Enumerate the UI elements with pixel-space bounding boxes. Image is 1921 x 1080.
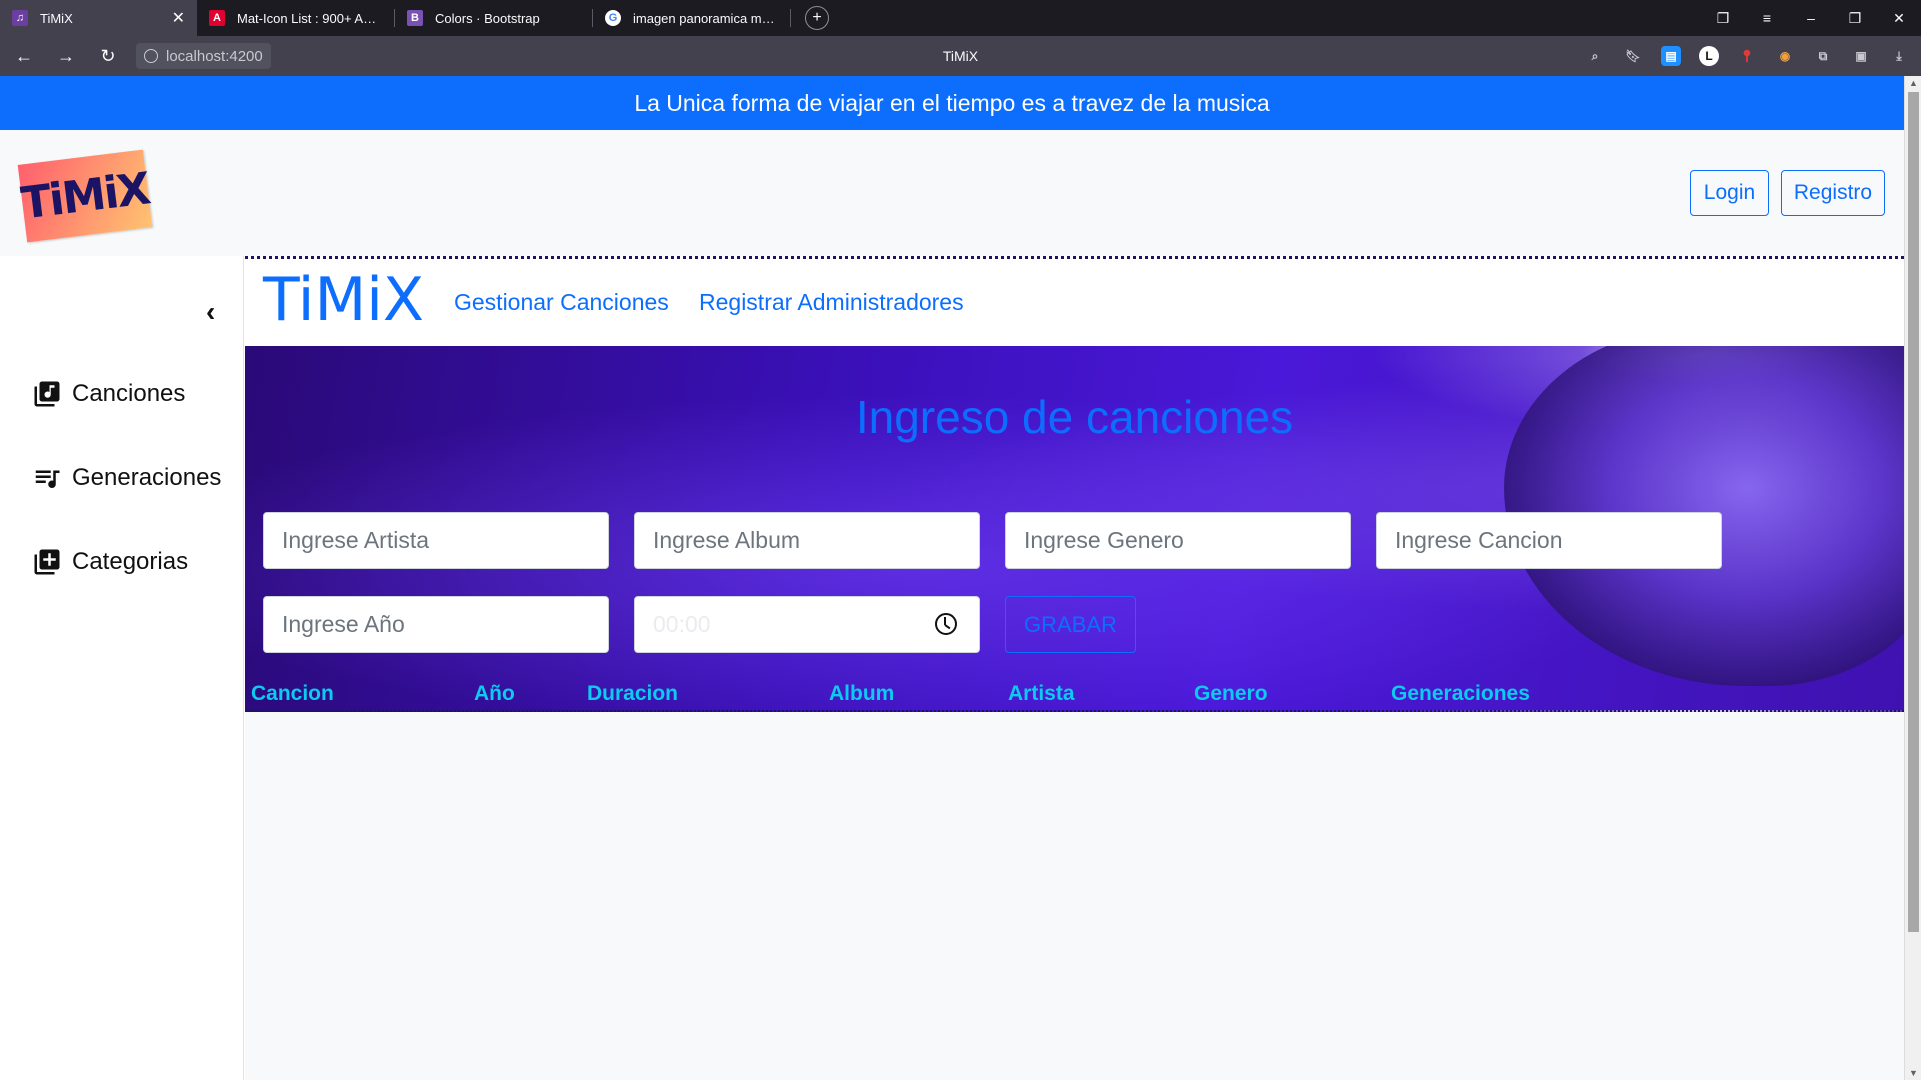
close-window-icon[interactable]: ✕	[1877, 10, 1921, 27]
song-form-panel: Ingreso de canciones Ingrese Artista Ing…	[245, 346, 1904, 712]
artista-input[interactable]: Ingrese Artista	[263, 512, 609, 569]
tab-title: Colors · Bootstrap	[435, 10, 540, 26]
sidebar: ‹ Canciones Generaciones Categorias	[0, 256, 244, 1080]
register-button[interactable]: Registro	[1781, 170, 1885, 216]
timix-favicon-icon: ♫	[12, 10, 28, 26]
tab-divider	[790, 9, 791, 27]
tab-title: imagen panoramica music	[633, 10, 778, 26]
nav-link-registrar-administradores[interactable]: Registrar Administradores	[699, 289, 964, 316]
close-tab-icon[interactable]: ✕	[172, 8, 185, 28]
column-header-cancion: Cancion	[251, 682, 334, 705]
grabar-button[interactable]: GRABAR	[1005, 596, 1136, 653]
column-header-duracion: Duracion	[587, 682, 679, 705]
minimize-icon[interactable]: –	[1789, 10, 1833, 26]
library-add-icon	[32, 547, 62, 577]
queue-music-icon	[32, 463, 62, 493]
form-title: Ingreso de canciones	[855, 391, 1294, 443]
tab-title: Mat-Icon List : 900+ Angul	[237, 10, 382, 26]
angular-favicon-icon: A	[209, 10, 225, 26]
window-controls: ❐ ≡ – ❐ ✕	[1701, 0, 1921, 36]
menu-icon[interactable]: ≡	[1745, 10, 1789, 26]
duracion-input[interactable]: 00:00	[634, 596, 980, 653]
address-bar[interactable]: localhost:4200	[136, 43, 271, 69]
site-info-icon[interactable]	[144, 49, 158, 63]
url-text: localhost:4200	[166, 47, 263, 65]
scrollbar-thumb[interactable]	[1908, 92, 1919, 932]
account-icon[interactable]: ▣	[1851, 46, 1871, 66]
extensions-icon[interactable]: ⧉	[1813, 46, 1833, 66]
browser-tab[interactable]: B Colors · Bootstrap	[395, 0, 592, 36]
column-header-artista: Artista	[1008, 682, 1075, 705]
sidebar-item-label: Categorias	[72, 548, 189, 575]
sub-navbar: TiMiX Gestionar Canciones Registrar Admi…	[245, 256, 1904, 346]
bookmark-icon[interactable]: 🔖︎	[1623, 46, 1643, 66]
site-header: TiMiX Login Registro	[0, 130, 1904, 256]
extensions-toolbar: ⌕ 🔖︎ ▤ L 📍︎ ◉ ⧉ ▣ ⤓	[1585, 36, 1909, 76]
logo-text: TiMiX	[18, 162, 152, 230]
sidebar-item-generaciones[interactable]: Generaciones	[32, 462, 221, 494]
restore-icon[interactable]: ❐	[1833, 10, 1877, 27]
column-header-genero: Genero	[1194, 682, 1268, 705]
duracion-placeholder: 00:00	[653, 611, 711, 637]
sidebar-item-label: Generaciones	[72, 464, 222, 491]
cancion-input[interactable]: Ingrese Cancion	[1376, 512, 1722, 569]
column-header-album: Album	[829, 682, 895, 705]
owl-extension-icon[interactable]: ◉	[1775, 46, 1795, 66]
album-input[interactable]: Ingrese Album	[634, 512, 980, 569]
top-banner: La Unica forma de viajar en el tiempo es…	[0, 76, 1904, 130]
reload-icon[interactable]: ↻	[90, 46, 126, 67]
reader-extension-icon[interactable]: ▤	[1661, 46, 1681, 66]
sidebar-item-label: Canciones	[72, 380, 186, 407]
timix-logo[interactable]: TiMiX	[17, 149, 153, 243]
nav-link-gestionar-canciones[interactable]: Gestionar Canciones	[454, 289, 669, 316]
anio-input[interactable]: Ingrese Año	[263, 596, 609, 653]
clock-icon[interactable]	[935, 613, 957, 635]
library-music-icon	[32, 379, 62, 409]
browser-nav-bar: ← → ↻ localhost:4200 TiMiX ⌕ 🔖︎ ▤ L 📍︎ ◉…	[0, 36, 1921, 76]
new-tab-icon[interactable]: +	[805, 6, 829, 30]
page-viewport: La Unica forma de viajar en el tiempo es…	[0, 76, 1921, 1080]
tab-list-icon[interactable]: ❐	[1701, 10, 1745, 27]
forward-icon[interactable]: →	[48, 46, 84, 67]
tab-title: TiMiX	[40, 10, 73, 26]
sidebar-item-canciones[interactable]: Canciones	[32, 378, 185, 410]
main-content: TiMiX Gestionar Canciones Registrar Admi…	[245, 256, 1904, 1080]
sidebar-item-categorias[interactable]: Categorias	[32, 546, 188, 578]
zoom-icon[interactable]: ⌕	[1585, 46, 1605, 66]
login-button[interactable]: Login	[1690, 170, 1769, 216]
bootstrap-favicon-icon: B	[407, 10, 423, 26]
browser-tab[interactable]: G imagen panoramica music	[593, 0, 790, 36]
banner-text: La Unica forma de viajar en el tiempo es…	[634, 89, 1270, 116]
browser-tab-bar: ♫ TiMiX ✕ A Mat-Icon List : 900+ Angul B…	[0, 0, 1921, 36]
brand-title[interactable]: TiMiX	[263, 265, 424, 335]
browser-tab[interactable]: ♫ TiMiX ✕	[0, 0, 197, 36]
genero-input[interactable]: Ingrese Genero	[1005, 512, 1351, 569]
downloads-icon[interactable]: ⤓	[1889, 46, 1909, 66]
scroll-up-icon[interactable]: ▲	[1905, 78, 1921, 88]
pin-extension-icon[interactable]: 📍︎	[1737, 46, 1757, 66]
lightning-extension-icon[interactable]: L	[1699, 46, 1719, 66]
back-icon[interactable]: ←	[6, 46, 42, 67]
browser-tab[interactable]: A Mat-Icon List : 900+ Angul	[197, 0, 394, 36]
column-header-generaciones: Generaciones	[1391, 682, 1530, 705]
page-scrollbar[interactable]: ▲ ▼	[1904, 76, 1921, 1080]
google-favicon-icon: G	[605, 10, 621, 26]
column-header-anio: Año	[474, 682, 515, 705]
chevron-left-icon[interactable]: ‹	[206, 296, 215, 328]
scroll-down-icon[interactable]: ▼	[1905, 1068, 1921, 1078]
